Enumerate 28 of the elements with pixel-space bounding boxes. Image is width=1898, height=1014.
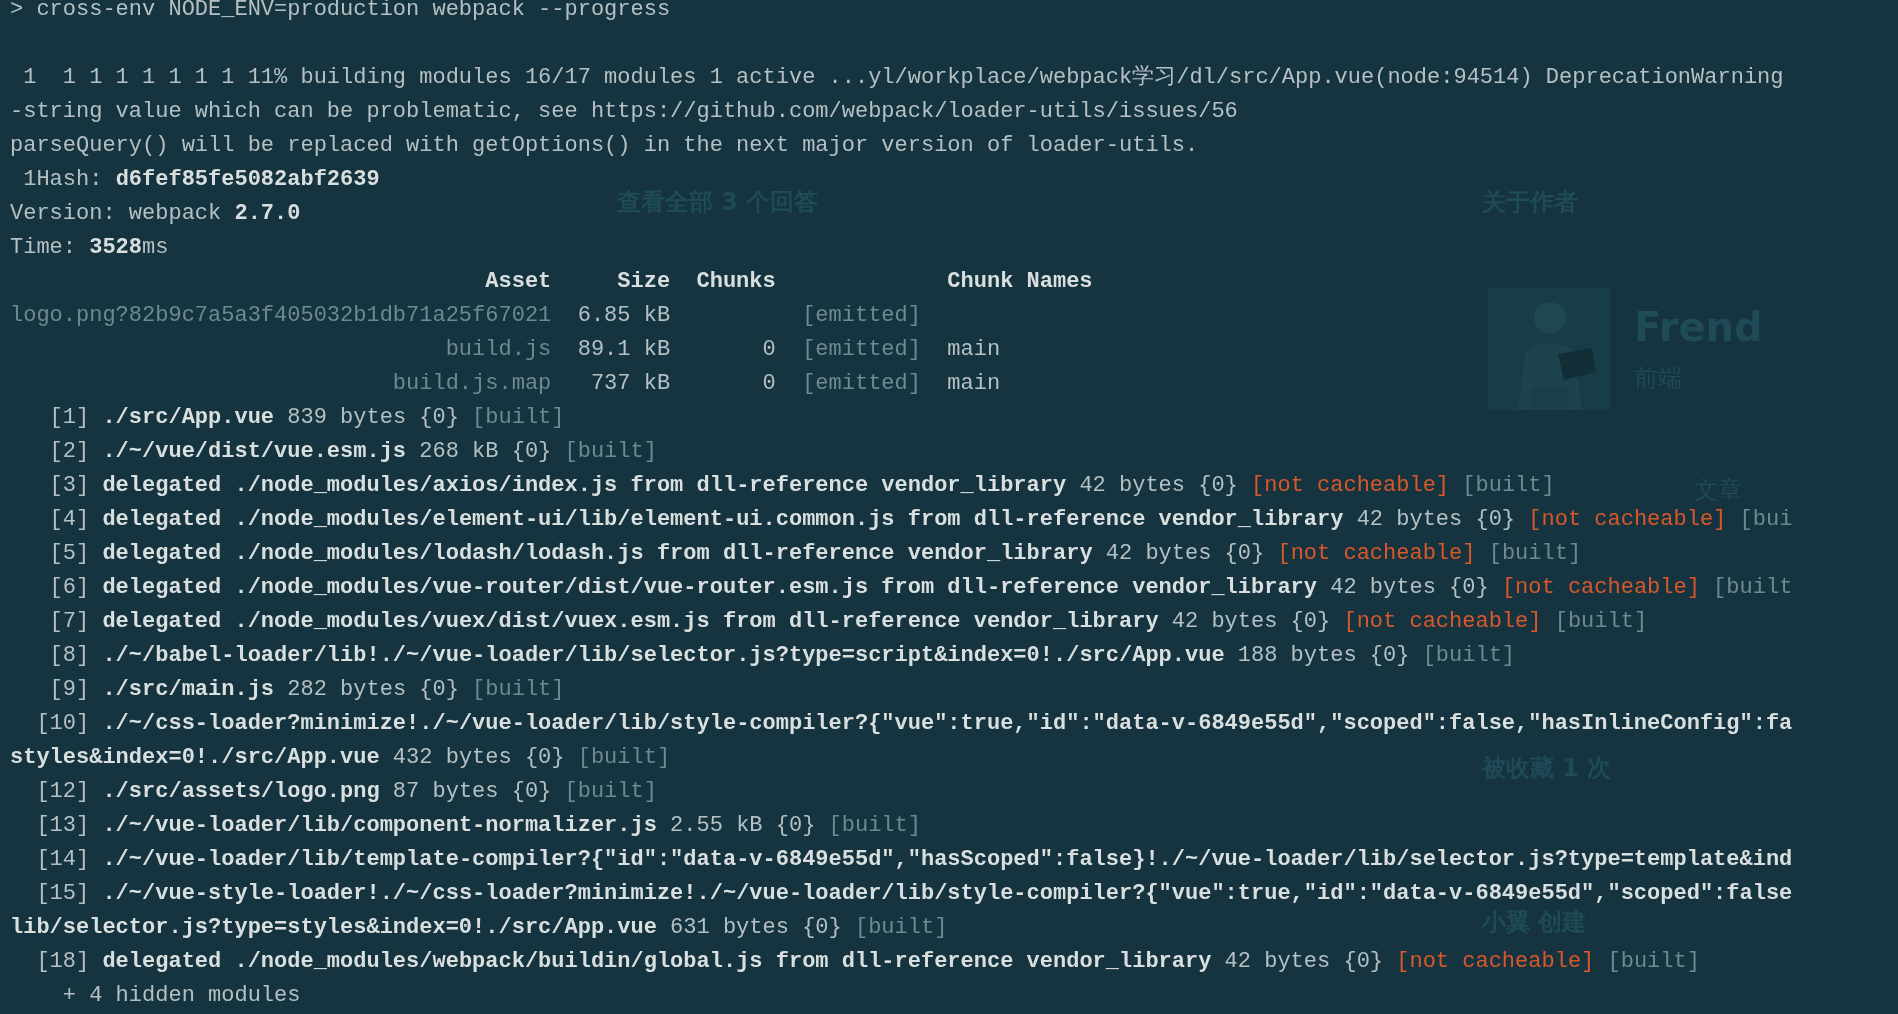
terminal-line: [10] ./~/css-loader?minimize!./~/vue-loader/lib/style-compiler?{"vue":true,"id":"data-v-6849e55d","scoped":false,"hasInlineConfig":fa — [35, 710, 1793, 738]
terminal-line: Version: webpack 2.7.0 — [10, 200, 301, 228]
terminal-line: [2] ./~/vue/dist/vue.esm.js 268 kB {0} [built] — [48, 438, 657, 466]
terminal-line: [12] ./src/assets/logo.png 87 bytes {0} [built] — [35, 778, 657, 806]
terminal-line: [18] delegated ./node_modules/webpack/buildin/global.js from dll-reference vendor_library 42 bytes {0} [not cacheable] [built] — [35, 948, 1700, 976]
terminal-line: [8] ./~/babel-loader/lib!./~/vue-loader/lib/selector.js?type=script&index=0!./src/App.vue 188 bytes {0} [built] — [48, 642, 1516, 670]
terminal-line: 1 1 1 1 1 1 1 1 11% building modules 16/17 modules 1 active ...yl/workplace/webpack学习/dl/src/App.vue(node:94514) DeprecationWarning — [22, 64, 1784, 92]
terminal-line: Time: 3528ms — [10, 234, 169, 262]
terminal-line: + 4 hidden modules — [61, 982, 301, 1010]
terminal-line: [13] ./~/vue-loader/lib/component-normalizer.js 2.55 kB {0} [built] — [35, 812, 921, 840]
terminal-line: Asset Size Chunks Chunk Names — [484, 268, 1093, 296]
terminal-line: build.js 89.1 kB 0 [emitted] main — [444, 336, 1001, 364]
terminal-line: [1] ./src/App.vue 839 bytes {0} [built] — [48, 404, 565, 432]
terminal-line: lib/selector.js?type=styles&index=0!./src/App.vue 631 bytes {0} [built] — [10, 914, 948, 942]
terminal-line: 1Hash: d6fef85fe5082abf2639 — [22, 166, 380, 194]
terminal-line: styles&index=0!./src/App.vue 432 bytes {0} [built] — [10, 744, 671, 772]
terminal-line: parseQuery() will be replaced with getOptions() in the next major version of loader-utils. — [10, 132, 1199, 160]
terminal-line: [14] ./~/vue-loader/lib/template-compiler?{"id":"data-v-6849e55d","hasScoped":false}!./~/vue-loader/lib/selector.js?type=template&ind — [35, 846, 1793, 874]
terminal-line: [4] delegated ./node_modules/element-ui/lib/element-ui.common.js from dll-reference vendor_library 42 bytes {0} [not cacheable] [bui — [48, 506, 1793, 534]
terminal-line: logo.png?82b9c7a5a3f405032b1db71a25f67021 6.85 kB [emitted] — [10, 302, 921, 330]
terminal-line: build.js.map 737 kB 0 [emitted] main — [391, 370, 1001, 398]
terminal-line: [9] ./src/main.js 282 bytes {0} [built] — [48, 676, 565, 704]
terminal-line: [5] delegated ./node_modules/lodash/lodash.js from dll-reference vendor_library 42 bytes {0} [not cacheable] [built] — [48, 540, 1582, 568]
terminal-line: [15] ./~/vue-style-loader!./~/css-loader?minimize!./~/vue-loader/lib/style-compiler?{"vue":true,"id":"data-v-6849e55d","scoped":false — [35, 880, 1793, 908]
terminal-line: -string value which can be problematic, see https://github.com/webpack/loader-utils/issues/56 — [10, 98, 1238, 126]
terminal-line: [3] delegated ./node_modules/axios/index.js from dll-reference vendor_library 42 bytes {0} [not cacheable] [built] — [48, 472, 1555, 500]
terminal-line: [7] delegated ./node_modules/vuex/dist/vuex.esm.js from dll-reference vendor_library 42 bytes {0} [not cacheable] [built] — [48, 608, 1648, 636]
terminal-line: [6] delegated ./node_modules/vue-router/dist/vue-router.esm.js from dll-reference vendor_library 42 bytes {0} [not cacheable] [built — [48, 574, 1793, 602]
